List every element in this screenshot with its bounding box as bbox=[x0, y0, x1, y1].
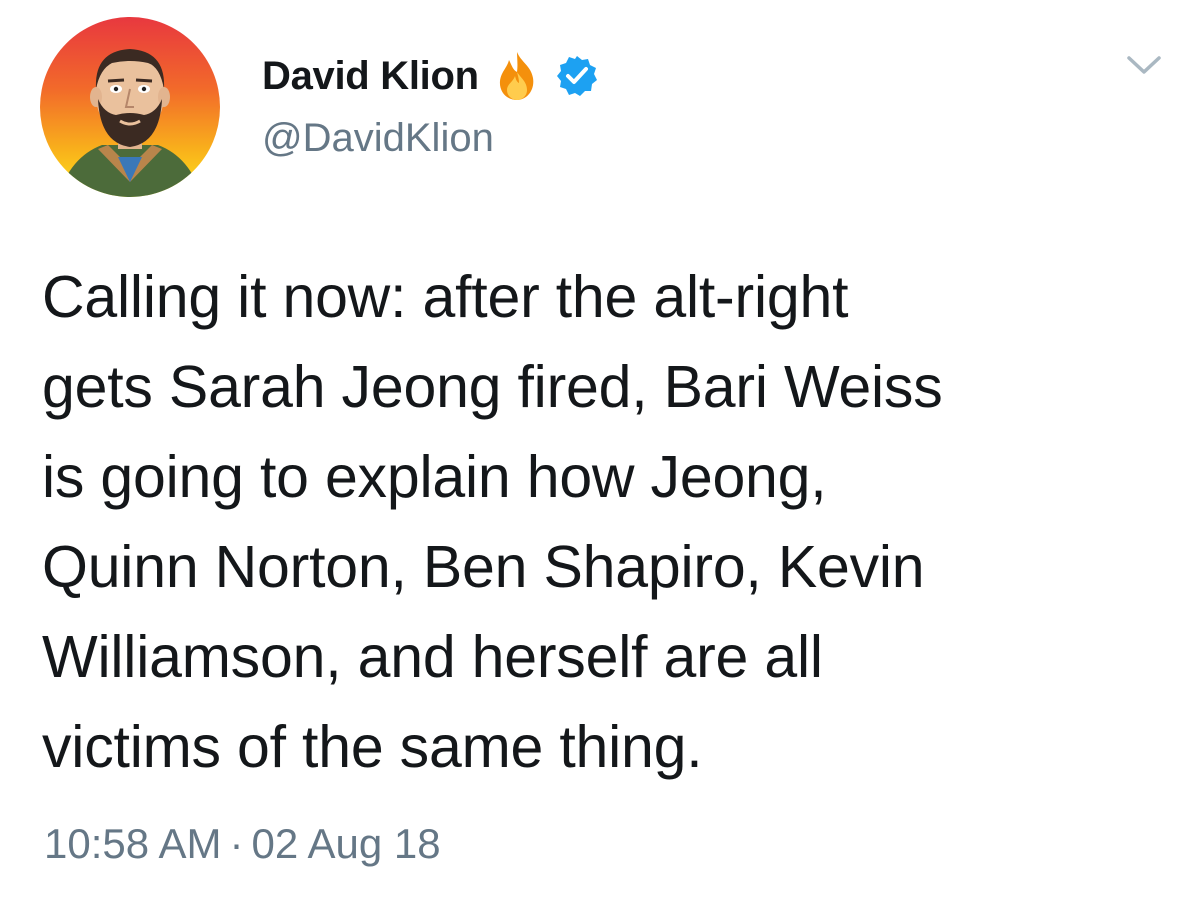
tweet: David Klion @DavidKlion Calling it now: … bbox=[0, 0, 1200, 908]
avatar[interactable] bbox=[40, 17, 220, 197]
tweet-text-line: Calling it now: after the alt-right bbox=[42, 264, 849, 330]
tweet-text-line: victims of the same thing. bbox=[42, 714, 703, 780]
fire-icon bbox=[491, 50, 543, 102]
tweet-text-line: is going to explain how Jeong, bbox=[42, 444, 827, 510]
meta-separator: · bbox=[229, 820, 244, 867]
tweet-text-line: Quinn Norton, Ben Shapiro, Kevin bbox=[42, 534, 925, 600]
tweet-date: 02 Aug 18 bbox=[251, 820, 441, 867]
author-display-name[interactable]: David Klion bbox=[262, 54, 479, 99]
tweet-text-line: Williamson, and herself are all bbox=[42, 624, 823, 690]
verified-icon bbox=[555, 54, 599, 98]
author-name-row: David Klion bbox=[262, 50, 599, 102]
chevron-down-icon[interactable] bbox=[1125, 50, 1163, 80]
tweet-time: 10:58 AM bbox=[44, 820, 222, 867]
tweet-text: Calling it now: after the alt-right gets… bbox=[42, 252, 1182, 792]
tweet-timestamp[interactable]: 10:58 AM · 02 Aug 18 bbox=[44, 820, 441, 868]
author-handle[interactable]: @DavidKlion bbox=[262, 116, 494, 161]
tweet-text-line: gets Sarah Jeong fired, Bari Weiss bbox=[42, 354, 943, 420]
avatar-image bbox=[40, 17, 220, 197]
